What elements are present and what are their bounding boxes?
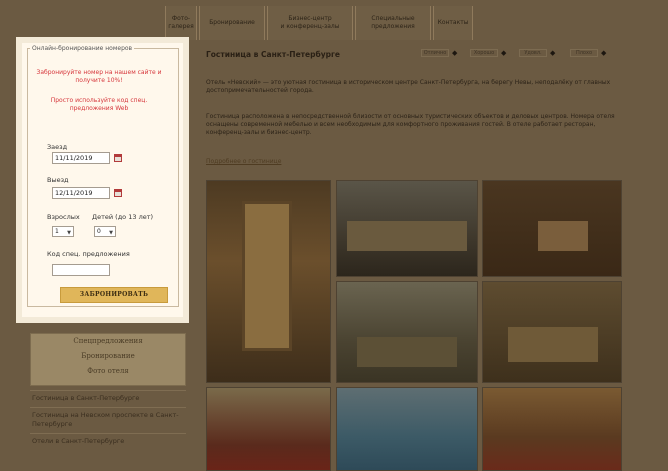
nav-item-label: Специальные предложения: [371, 15, 415, 30]
side-promo-line: Фото отеля: [87, 367, 129, 375]
checkin-label: Заезд: [47, 143, 68, 151]
photo-fill: [337, 388, 477, 470]
more-info-link[interactable]: Подробнее о гостинице: [206, 158, 281, 165]
nav-item-label: Бронирование: [209, 19, 255, 26]
calendar-icon[interactable]: [114, 154, 122, 162]
booking-panel: Онлайн-бронирование номеров Забронируйте…: [16, 37, 189, 323]
star-icon: ◆: [501, 49, 507, 57]
side-link[interactable]: Гостиница в Санкт-Петербурге: [30, 390, 186, 407]
adults-select-value: 1: [55, 228, 59, 235]
booking-legend: Онлайн-бронирование номеров: [32, 45, 133, 52]
rating-label: Плохо: [570, 49, 598, 57]
chevron-down-icon: ▼: [67, 230, 71, 236]
photo-detail: [357, 337, 457, 367]
photo-fill: [483, 388, 621, 470]
children-select-value: 0: [97, 228, 101, 235]
rating-option[interactable]: Хорошо ◆: [470, 49, 506, 57]
photo-fill: [207, 388, 330, 470]
rating-option[interactable]: Плохо ◆: [570, 49, 606, 57]
nav-item-booking[interactable]: Бронирование: [199, 6, 265, 40]
gallery-photo-dining[interactable]: [482, 281, 622, 383]
side-link[interactable]: Отели в Санкт-Петербурге: [30, 433, 186, 450]
nav-item-business-center[interactable]: Бизнес-центр и конференц-залы: [267, 6, 353, 40]
intro-paragraph: Отель «Невский» — это уютная гостиница в…: [206, 79, 611, 94]
book-button[interactable]: ЗАБРОНИРОВАТЬ: [60, 287, 168, 303]
promo-discount-text: Забронируйте номер на нашем сайте и полу…: [36, 69, 162, 84]
rating-label: Удовл.: [519, 49, 547, 57]
gallery-photo-conference[interactable]: [206, 387, 331, 471]
side-promo-line: Бронирование: [81, 352, 135, 360]
rating-option[interactable]: Удовл. ◆: [519, 49, 555, 57]
gallery-photo-lobby[interactable]: [206, 180, 331, 383]
nav-item-label: Фото- галерея: [168, 15, 194, 30]
checkin-date-input[interactable]: 11/11/2019: [52, 152, 110, 164]
chevron-down-icon: ▼: [109, 230, 113, 236]
promo-code-label: Код спец. предложения: [47, 250, 130, 258]
children-label: Детей (до 13 лет): [92, 213, 154, 221]
top-navigation: Фото- галерея Бронирование Бизнес-центр …: [165, 6, 475, 40]
star-icon: ◆: [452, 49, 458, 57]
page-background: Фото- галерея Бронирование Бизнес-центр …: [0, 0, 668, 471]
rating-label: Хорошо: [470, 49, 498, 57]
description-paragraph: Гостиница расположена в непосредственной…: [206, 113, 615, 136]
rating-option[interactable]: Отлично ◆: [421, 49, 457, 57]
rating-label: Отлично: [421, 49, 449, 57]
promo-code-text: Просто используйте код спец. предложения…: [50, 97, 148, 112]
nav-item-label: Контакты: [437, 19, 469, 26]
side-links: Гостиница в Санкт-Петербурге Гостиница н…: [30, 390, 186, 450]
promo-code-input[interactable]: [52, 264, 110, 276]
side-link[interactable]: Гостиница на Невском проспекте в Санкт-П…: [30, 407, 186, 433]
children-select[interactable]: 0 ▼: [94, 226, 116, 237]
calendar-icon[interactable]: [114, 189, 122, 197]
checkout-date-input[interactable]: 12/11/2019: [52, 187, 110, 199]
nav-item-label: Бизнес-центр и конференц-залы: [280, 15, 340, 30]
photo-detail: [508, 327, 598, 362]
star-icon: ◆: [550, 49, 556, 57]
adults-label: Взрослых: [47, 213, 80, 221]
star-icon: ◆: [601, 49, 607, 57]
gallery-photo-hall[interactable]: [336, 281, 478, 383]
photo-fill: [337, 282, 477, 382]
photo-detail: [242, 201, 292, 351]
nav-item-contacts[interactable]: Контакты: [433, 6, 473, 40]
checkout-label: Выезд: [47, 176, 69, 184]
adults-select[interactable]: 1 ▼: [52, 226, 74, 237]
gallery-photo-banquet[interactable]: [482, 387, 622, 471]
photo-detail: [538, 221, 588, 251]
gallery-photo-room[interactable]: [482, 180, 622, 277]
nav-item-special-offers[interactable]: Специальные предложения: [355, 6, 431, 40]
nav-item-gallery[interactable]: Фото- галерея: [165, 6, 197, 40]
gallery-photo-pool[interactable]: [336, 387, 478, 471]
side-promo-line: Спецпредложения: [73, 337, 143, 345]
page-title: Гостиница в Санкт-Петербурге: [206, 50, 340, 59]
gallery-photo-restaurant[interactable]: [336, 180, 478, 277]
side-promo-block[interactable]: Спецпредложения Бронирование Фото отеля: [30, 333, 186, 386]
photo-detail: [347, 221, 467, 251]
